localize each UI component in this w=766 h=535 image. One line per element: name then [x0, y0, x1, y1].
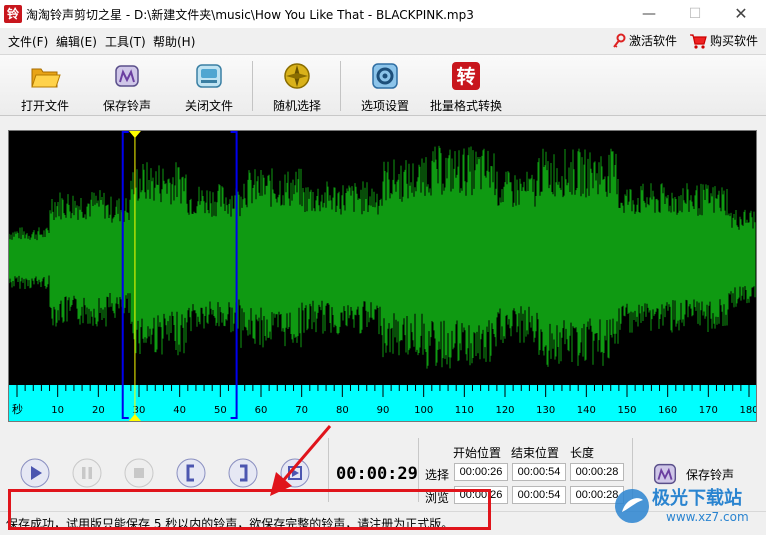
set-start-button[interactable]: [176, 458, 206, 488]
waveform-panel[interactable]: 秒 10 20 30 40 50 60 70 80 90 100 110 120 130 140 150 160…: [8, 130, 757, 422]
play-button[interactable]: [20, 458, 50, 488]
watermark-url: www.xz7.com: [666, 510, 749, 524]
current-time-display: 00:00:29: [336, 464, 418, 484]
ruler-tick-label: 160: [658, 405, 677, 416]
menu-edit[interactable]: 编辑(E): [56, 33, 97, 50]
app-logo-icon: 铃: [4, 5, 22, 23]
menu-bar: 文件(F) 编辑(E) 工具(T) 帮助(H) 激活软件 购买软件: [0, 28, 766, 52]
activate-software-link[interactable]: 激活软件: [612, 32, 677, 49]
ruler-tick-label: 180: [739, 405, 756, 416]
selection-row-label: 选择: [425, 468, 450, 482]
title-bar: 铃 淘淘铃声剪切之星 - D:\新建文件夹\music\How You Like…: [0, 0, 766, 28]
ruler-tick-label: 50: [214, 405, 227, 416]
toolbar-separator: [252, 61, 253, 111]
watermark-name: 极光下载站: [652, 488, 742, 509]
start-position-header: 开始位置: [453, 446, 502, 460]
watermark: 极光下载站 www.xz7.com: [610, 482, 760, 532]
minimize-button[interactable]: —: [626, 0, 672, 28]
selection-end-field[interactable]: 00:00:54: [512, 463, 566, 481]
random-select-label: 随机选择: [272, 99, 321, 113]
convert-icon: 转: [452, 62, 480, 90]
save-ringtone-icon: [115, 65, 139, 87]
ruler-tick-label: 70: [295, 405, 308, 416]
selection-length-field[interactable]: 00:00:28: [570, 463, 624, 481]
toolbar-separator: [340, 61, 341, 111]
ruler-tick-label: 40: [173, 405, 186, 416]
ruler-tick-label: 150: [617, 405, 636, 416]
ruler-tick-label: 20: [92, 405, 105, 416]
save-ringtone-button[interactable]: 保存铃声: [96, 57, 158, 115]
open-file-button[interactable]: 打开文件: [14, 57, 76, 115]
end-position-header: 结束位置: [511, 446, 560, 460]
waveform-canvas[interactable]: 秒 10 20 30 40 50 60 70 80 90 100 110 120 130 140 150 160…: [9, 131, 756, 421]
pause-button[interactable]: [72, 458, 102, 488]
key-icon: [613, 33, 626, 48]
random-select-icon: [284, 63, 310, 89]
toolbar: 打开文件 保存铃声 关闭文件 随机选择 选项设置 转 批量格式转换: [0, 54, 766, 116]
batch-convert-button[interactable]: 转 批量格式转换: [428, 57, 504, 115]
ruler-tick-label: 80: [336, 405, 349, 416]
convert-icon-char: 转: [456, 65, 475, 88]
save-ringtone-label: 保存铃声: [102, 99, 151, 113]
length-header: 长度: [570, 446, 595, 460]
ruler-tick-label: 140: [577, 405, 596, 416]
menu-file[interactable]: 文件(F): [8, 33, 48, 50]
options-settings-button[interactable]: 选项设置: [354, 57, 416, 115]
cart-icon: [690, 33, 707, 49]
ruler-unit-label: 秒: [12, 402, 23, 416]
preview-end-field[interactable]: 00:00:54: [512, 486, 566, 504]
stop-button[interactable]: [124, 458, 154, 488]
ruler-tick-label: 60: [255, 405, 268, 416]
ruler-tick-label: 120: [495, 405, 514, 416]
playhead-top-marker: [128, 131, 141, 138]
waveform-trace: [9, 145, 756, 369]
activate-label: 激活软件: [629, 34, 678, 48]
menu-tools[interactable]: 工具(T): [105, 33, 146, 50]
window-title: 淘淘铃声剪切之星 - D:\新建文件夹\music\How You Like T…: [26, 8, 474, 22]
ruler-tick-label: 130: [536, 405, 555, 416]
ruler-tick-label: 170: [699, 405, 718, 416]
set-end-button[interactable]: [228, 458, 258, 488]
annotation-highlight-box: [8, 489, 491, 530]
close-file-button[interactable]: 关闭文件: [178, 57, 240, 115]
watermark-logo-icon: [615, 489, 649, 523]
open-file-label: 打开文件: [20, 99, 69, 113]
buy-label: 购买软件: [710, 34, 759, 48]
options-settings-label: 选项设置: [360, 99, 409, 113]
app-window: 铃 淘淘铃声剪切之星 - D:\新建文件夹\music\How You Like…: [0, 0, 766, 535]
batch-convert-label: 批量格式转换: [429, 99, 502, 113]
close-file-label: 关闭文件: [184, 99, 233, 113]
ruler-tick-label: 110: [455, 405, 474, 416]
ruler-tick-label: 100: [414, 405, 433, 416]
maximize-button[interactable]: ☐: [672, 0, 718, 28]
folder-icon: [31, 68, 61, 88]
close-file-icon: [196, 64, 222, 88]
buy-software-link[interactable]: 购买软件: [689, 32, 758, 49]
annotation-arrow-icon: [270, 425, 332, 496]
close-button[interactable]: ✕: [718, 0, 764, 28]
settings-icon: [372, 63, 398, 89]
random-select-button[interactable]: 随机选择: [266, 57, 328, 115]
save-ringtone-bottom-label: 保存铃声: [686, 467, 735, 482]
menu-help[interactable]: 帮助(H): [153, 33, 195, 50]
selection-start-field[interactable]: 00:00:26: [454, 463, 508, 481]
ruler-tick-label: 10: [51, 405, 64, 416]
ruler-tick-label: 90: [377, 405, 390, 416]
